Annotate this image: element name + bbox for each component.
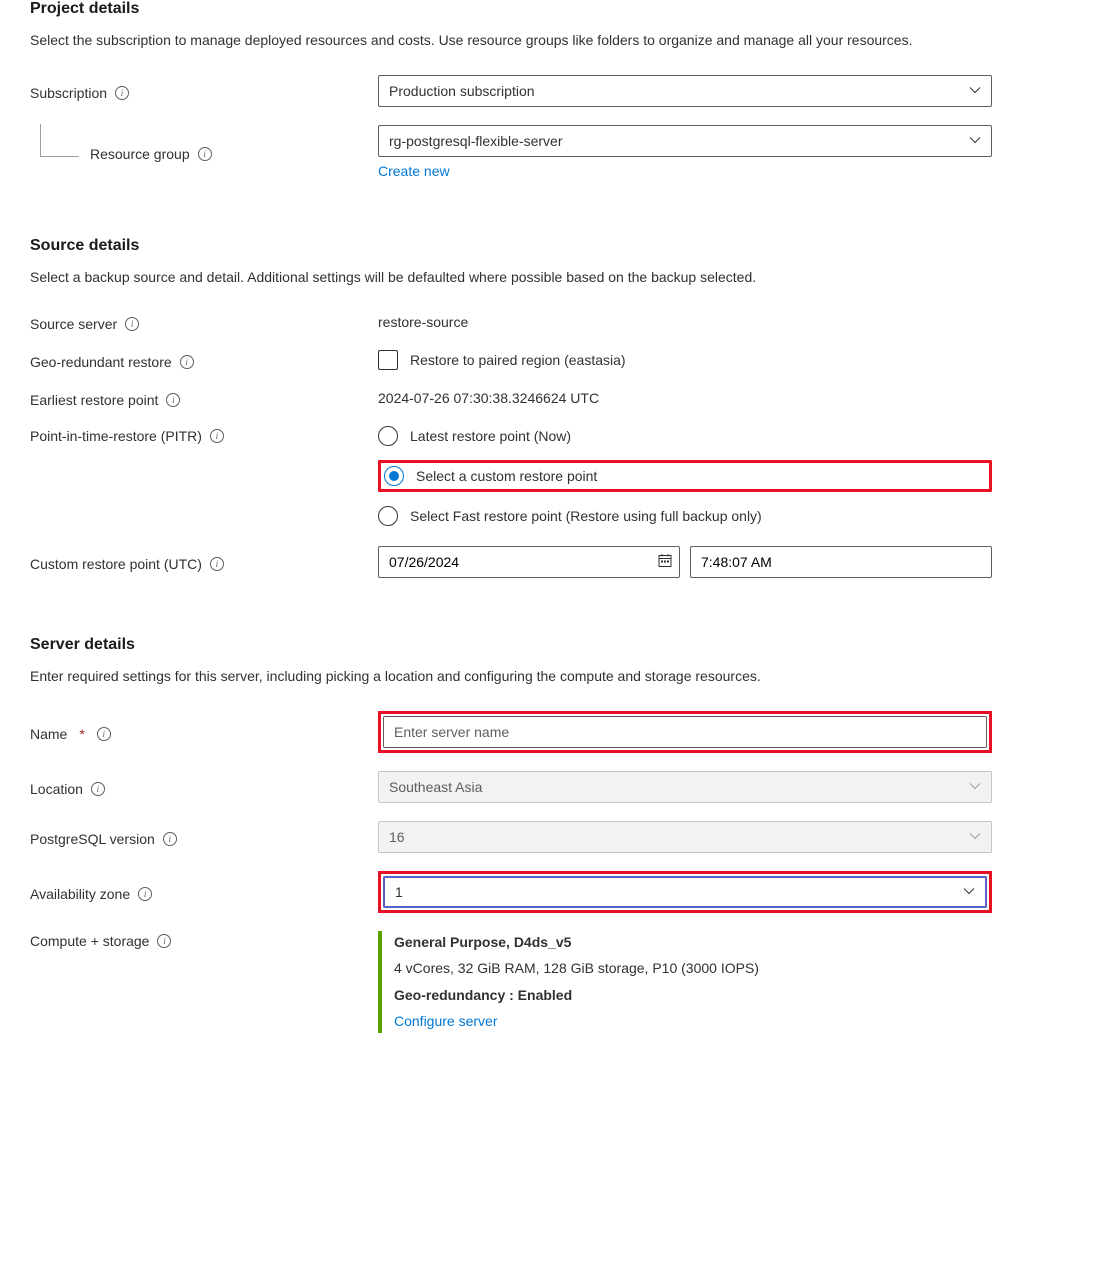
info-icon[interactable]: i <box>180 355 194 369</box>
info-icon[interactable]: i <box>198 147 212 161</box>
info-icon[interactable]: i <box>115 86 129 100</box>
highlight-custom-restore: Select a custom restore point <box>378 460 992 492</box>
source-server-label: Source server <box>30 316 117 332</box>
info-icon[interactable]: i <box>157 934 171 948</box>
radio-icon-selected <box>384 466 404 486</box>
resource-group-value: rg-postgresql-flexible-server <box>389 133 563 149</box>
name-label: Name <box>30 726 67 742</box>
availability-zone-dropdown[interactable]: 1 <box>383 876 987 908</box>
pg-version-label: PostgreSQL version <box>30 831 155 847</box>
availability-zone-label: Availability zone <box>30 886 130 902</box>
chevron-down-icon <box>969 83 981 99</box>
highlight-az-dropdown: 1 <box>378 871 992 913</box>
geo-restore-label: Geo-redundant restore <box>30 354 172 370</box>
compute-detail: 4 vCores, 32 GiB RAM, 128 GiB storage, P… <box>394 957 992 979</box>
pitr-label: Point-in-time-restore (PITR) <box>30 428 202 444</box>
chevron-down-icon <box>969 829 981 845</box>
earliest-restore-value: 2024-07-26 07:30:38.3246624 UTC <box>378 390 599 406</box>
custom-restore-time-input[interactable] <box>690 546 992 578</box>
location-label: Location <box>30 781 83 797</box>
info-icon[interactable]: i <box>125 317 139 331</box>
info-icon[interactable]: i <box>163 832 177 846</box>
info-icon[interactable]: i <box>91 782 105 796</box>
availability-zone-value: 1 <box>395 884 403 900</box>
server-details-desc: Enter required settings for this server,… <box>30 666 980 687</box>
geo-restore-checkbox[interactable] <box>378 350 398 370</box>
pitr-radio-group: Latest restore point (Now) Select a cust… <box>378 426 992 526</box>
compute-sku: General Purpose, D4ds_v5 <box>394 931 992 953</box>
subscription-label: Subscription <box>30 85 107 101</box>
info-icon[interactable]: i <box>138 887 152 901</box>
info-icon[interactable]: i <box>166 393 180 407</box>
compute-geo: Geo-redundancy : Enabled <box>394 984 992 1006</box>
radio-icon <box>378 506 398 526</box>
custom-restore-date-input[interactable] <box>378 546 680 578</box>
custom-restore-label: Custom restore point (UTC) <box>30 556 202 572</box>
resource-group-label: Resource group <box>90 146 190 162</box>
pitr-option-custom[interactable]: Select a custom restore point <box>384 466 597 486</box>
subscription-dropdown[interactable]: Production subscription <box>378 75 992 107</box>
earliest-restore-label: Earliest restore point <box>30 392 158 408</box>
pitr-option-latest[interactable]: Latest restore point (Now) <box>378 426 992 446</box>
pitr-option-latest-label: Latest restore point (Now) <box>410 428 571 444</box>
info-icon[interactable]: i <box>210 557 224 571</box>
chevron-down-icon <box>969 133 981 149</box>
pitr-option-fast[interactable]: Select Fast restore point (Restore using… <box>378 506 992 526</box>
compute-storage-summary: General Purpose, D4ds_v5 4 vCores, 32 Gi… <box>378 931 992 1033</box>
server-details-heading: Server details <box>30 636 1080 654</box>
location-value: Southeast Asia <box>389 779 482 795</box>
highlight-name-input <box>378 711 992 753</box>
info-icon[interactable]: i <box>97 727 111 741</box>
chevron-down-icon <box>963 884 975 900</box>
source-details-desc: Select a backup source and detail. Addit… <box>30 267 980 288</box>
project-details-desc: Select the subscription to manage deploy… <box>30 30 980 51</box>
info-icon[interactable]: i <box>210 429 224 443</box>
radio-icon <box>378 426 398 446</box>
resource-group-dropdown[interactable]: rg-postgresql-flexible-server <box>378 125 992 157</box>
pitr-option-custom-label: Select a custom restore point <box>416 468 597 484</box>
project-details-heading: Project details <box>30 0 1080 18</box>
source-details-heading: Source details <box>30 237 1080 255</box>
chevron-down-icon <box>969 779 981 795</box>
create-new-link[interactable]: Create new <box>378 163 450 179</box>
required-indicator: * <box>79 726 84 742</box>
source-server-value: restore-source <box>378 314 468 330</box>
location-dropdown: Southeast Asia <box>378 771 992 803</box>
pg-version-value: 16 <box>389 829 405 845</box>
subscription-value: Production subscription <box>389 83 535 99</box>
pitr-option-fast-label: Select Fast restore point (Restore using… <box>410 508 762 524</box>
compute-storage-label: Compute + storage <box>30 933 149 949</box>
geo-restore-checkbox-label: Restore to paired region (eastasia) <box>410 352 626 368</box>
configure-server-link[interactable]: Configure server <box>394 1010 992 1032</box>
pg-version-dropdown: 16 <box>378 821 992 853</box>
server-name-input[interactable] <box>383 716 987 748</box>
